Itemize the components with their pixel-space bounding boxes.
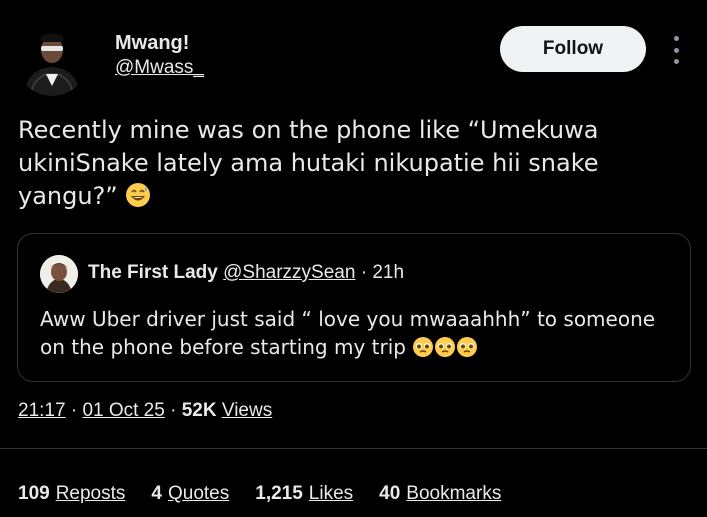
tweet-body: Recently mine was on the phone like “Ume… <box>18 116 599 210</box>
author-avatar[interactable] <box>16 24 88 96</box>
author-name[interactable]: Mwang! <box>115 30 204 56</box>
bookmarks-count: 40 <box>379 483 401 504</box>
quote-timestamp[interactable]: 21h <box>372 262 404 283</box>
views-label[interactable]: Views <box>222 400 272 421</box>
quote-body: Aww Uber driver just said “ love you mwa… <box>40 307 656 359</box>
follow-button[interactable]: Follow <box>500 26 646 72</box>
quote-author-name[interactable]: The First Lady <box>88 262 218 283</box>
tweet-text: Recently mine was on the phone like “Ume… <box>18 114 658 217</box>
engagement-stats: 109 Reposts 4 Quotes 1,215 Likes 40 Bookmark… <box>18 483 501 505</box>
more-options-icon[interactable] <box>666 36 686 64</box>
quote-separator: · <box>360 262 368 283</box>
tweet-date[interactable]: 01 Oct 25 <box>82 400 164 421</box>
tweet-meta: 21:17 · 01 Oct 25 · 52K Views <box>18 400 272 422</box>
author-info: Mwang! @Mwass_ <box>115 30 204 80</box>
pleading-face-emoji-icon <box>412 336 434 365</box>
stat-bookmarks[interactable]: 40 Bookmarks <box>379 483 501 505</box>
likes-label[interactable]: Likes <box>309 483 353 504</box>
stat-quotes[interactable]: 4 Quotes <box>151 483 229 505</box>
reposts-label[interactable]: Reposts <box>56 483 126 504</box>
quote-avatar-image <box>40 255 78 293</box>
quotes-label[interactable]: Quotes <box>168 483 229 504</box>
meta-separator: · <box>70 400 78 421</box>
reposts-count: 109 <box>18 483 50 504</box>
tweet-time[interactable]: 21:17 <box>18 400 66 421</box>
views-count: 52K <box>181 400 217 421</box>
stat-likes[interactable]: 1,215 Likes <box>255 483 353 505</box>
pleading-face-emoji-icon <box>456 336 478 365</box>
divider <box>0 448 707 449</box>
bookmarks-label[interactable]: Bookmarks <box>406 483 501 504</box>
pleading-face-emoji-icon <box>434 336 456 365</box>
meta-separator: · <box>170 400 177 421</box>
quoted-tweet[interactable]: The First Lady @SharzzySean · 21h Aww Ub… <box>17 233 691 382</box>
likes-count: 1,215 <box>255 483 303 504</box>
quotes-count: 4 <box>151 483 162 504</box>
quote-author-avatar[interactable] <box>40 255 78 293</box>
quote-text: Aww Uber driver just said “ love you mwa… <box>40 305 680 365</box>
quote-author-handle[interactable]: @SharzzySean <box>223 262 355 283</box>
avatar-image <box>16 24 88 96</box>
grinning-sweat-emoji-icon <box>125 182 151 217</box>
author-handle[interactable]: @Mwass_ <box>115 56 204 80</box>
stat-reposts[interactable]: 109 Reposts <box>18 483 125 505</box>
quote-header: The First Lady @SharzzySean · 21h <box>88 262 404 284</box>
